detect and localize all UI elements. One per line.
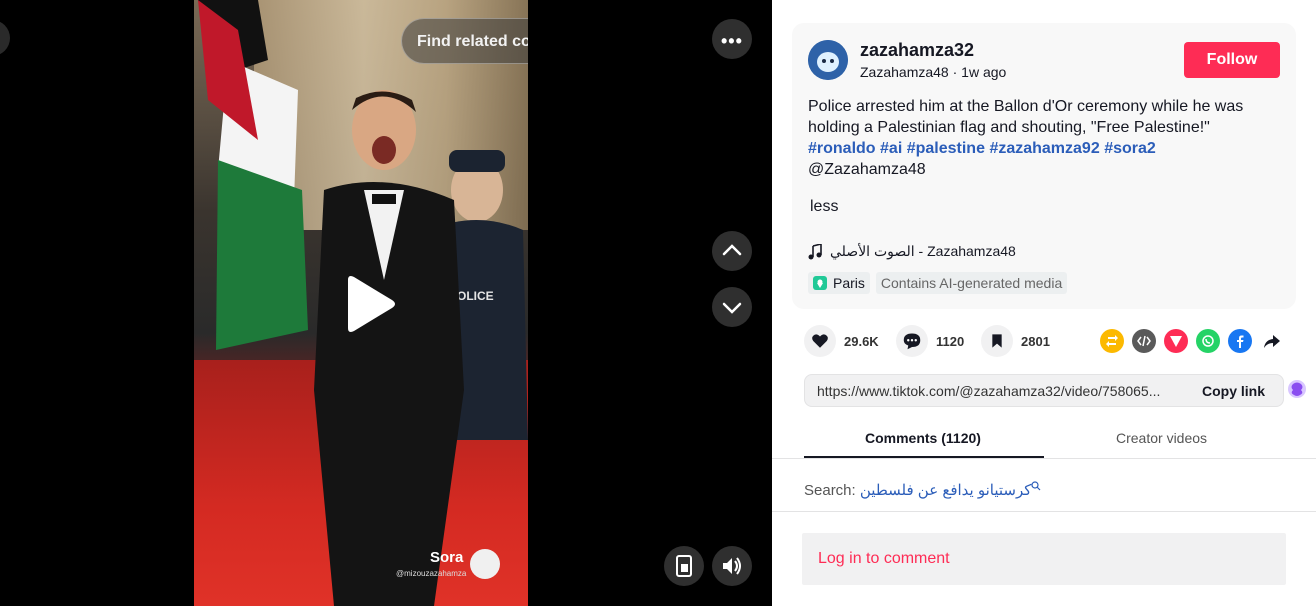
back-button[interactable] bbox=[0, 20, 10, 56]
comment-bubble-icon bbox=[903, 333, 921, 350]
location-chip[interactable]: Paris bbox=[808, 272, 870, 294]
find-related-search[interactable]: Find related content bbox=[401, 18, 528, 64]
search-icon bbox=[1031, 481, 1041, 491]
post-time: 1w ago bbox=[961, 64, 1007, 80]
post-info-card: zazahamza32 Zazahamza48 · 1w ago Follow … bbox=[792, 23, 1296, 309]
volume-button[interactable] bbox=[712, 546, 752, 586]
divider bbox=[772, 511, 1316, 512]
previous-video-button[interactable] bbox=[712, 231, 752, 271]
float-player-button[interactable] bbox=[664, 546, 704, 586]
post-tags-row: Paris Contains AI-generated media bbox=[808, 272, 1068, 294]
hashtag-zazahamza92[interactable]: #zazahamza92 bbox=[989, 140, 1099, 157]
hashtag-sora2[interactable]: #sora2 bbox=[1104, 140, 1156, 157]
video-area: POLICE Find related content Sora @mizouz… bbox=[0, 0, 772, 606]
embed-code-icon[interactable] bbox=[1132, 329, 1156, 353]
send-to-friends-icon[interactable] bbox=[1164, 329, 1188, 353]
less-toggle[interactable]: less bbox=[810, 198, 838, 216]
save-action[interactable]: 2801 bbox=[981, 325, 1050, 357]
video-scene-person bbox=[314, 90, 464, 606]
search-label: Search: bbox=[804, 482, 856, 499]
comments-tabs: Comments (1120) Creator videos bbox=[804, 420, 1284, 458]
like-action[interactable]: 29.6K bbox=[804, 325, 879, 357]
bookmark-icon bbox=[992, 334, 1002, 348]
more-dots-icon: ••• bbox=[721, 31, 743, 51]
post-description: Police arrested him at the Ballon d'Or c… bbox=[808, 96, 1280, 180]
heart-icon bbox=[812, 334, 828, 348]
like-count: 29.6K bbox=[844, 333, 879, 349]
username[interactable]: zazahamza32 bbox=[860, 40, 974, 61]
video-link-box: https://www.tiktok.com/@zazahamza32/vide… bbox=[804, 374, 1284, 407]
video-player[interactable]: POLICE Find related content Sora @mizouz… bbox=[194, 0, 528, 606]
comment-button[interactable] bbox=[896, 325, 928, 357]
sora-watermark: Sora @mizouzazahamza bbox=[394, 547, 504, 587]
hashtag-ai[interactable]: #ai bbox=[880, 140, 902, 157]
post-detail-panel: zazahamza32 Zazahamza48 · 1w ago Follow … bbox=[772, 0, 1316, 606]
music-title: الصوت الأصلي - Zazahamza48 bbox=[830, 243, 1016, 259]
divider bbox=[772, 458, 1316, 459]
separator-dot: · bbox=[952, 64, 962, 80]
facebook-icon[interactable] bbox=[1228, 329, 1252, 353]
chevron-up-icon bbox=[722, 244, 742, 256]
whatsapp-icon[interactable] bbox=[1196, 329, 1220, 353]
login-to-comment-link[interactable]: Log in to comment bbox=[818, 550, 950, 568]
more-options-button[interactable]: ••• bbox=[712, 19, 752, 59]
hashtag-palestine[interactable]: #palestine bbox=[907, 140, 985, 157]
save-count: 2801 bbox=[1021, 333, 1050, 349]
chevron-down-icon bbox=[722, 302, 742, 314]
author-subline: Zazahamza48 · 1w ago bbox=[860, 64, 1006, 80]
watermark-brand: Sora bbox=[430, 549, 464, 566]
sora-logo-icon bbox=[470, 549, 500, 579]
location-pin-icon bbox=[813, 276, 827, 290]
search-query[interactable]: كرستيانو يدافع عن فلسطين bbox=[860, 482, 1032, 499]
login-to-comment-box[interactable]: Log in to comment bbox=[802, 533, 1286, 585]
description-text: Police arrested him at the Ballon d'Or c… bbox=[808, 98, 1244, 136]
copy-link-button[interactable]: Copy link bbox=[1202, 383, 1265, 399]
play-icon[interactable] bbox=[338, 274, 398, 334]
watermark-handle: @mizouzazahamza bbox=[396, 569, 467, 578]
avatar[interactable] bbox=[808, 40, 848, 80]
location-label: Paris bbox=[833, 275, 865, 291]
ai-generated-label: Contains AI-generated media bbox=[875, 272, 1068, 294]
comment-action[interactable]: 1120 bbox=[896, 325, 964, 357]
tab-comments[interactable]: Comments (1120) bbox=[865, 430, 981, 446]
search-placeholder: Find related content bbox=[417, 33, 528, 50]
save-button[interactable] bbox=[981, 325, 1013, 357]
hashtag-ronaldo[interactable]: #ronaldo bbox=[808, 140, 876, 157]
music-note-icon bbox=[808, 243, 822, 259]
repost-icon[interactable] bbox=[1100, 329, 1124, 353]
follow-button[interactable]: Follow bbox=[1184, 42, 1280, 78]
video-scene-flag bbox=[198, 0, 308, 350]
mention[interactable]: @Zazahamza48 bbox=[808, 161, 926, 178]
display-name[interactable]: Zazahamza48 bbox=[860, 64, 949, 80]
action-bar: 29.6K 1120 2801 bbox=[804, 325, 1294, 359]
comment-search-suggestion[interactable]: Search: كرستيانو يدافع عن فلسطين bbox=[804, 481, 1041, 499]
comment-count: 1120 bbox=[936, 333, 965, 349]
music-link[interactable]: الصوت الأصلي - Zazahamza48 bbox=[808, 243, 1016, 260]
next-video-button[interactable] bbox=[712, 287, 752, 327]
like-button[interactable] bbox=[804, 325, 836, 357]
tab-creator-videos[interactable]: Creator videos bbox=[1116, 430, 1207, 446]
volume-icon bbox=[723, 557, 741, 575]
video-url[interactable]: https://www.tiktok.com/@zazahamza32/vide… bbox=[817, 383, 1187, 399]
brain-extension-icon[interactable] bbox=[1286, 378, 1308, 400]
share-arrow-icon[interactable] bbox=[1260, 329, 1284, 353]
picture-in-picture-icon bbox=[676, 555, 692, 577]
